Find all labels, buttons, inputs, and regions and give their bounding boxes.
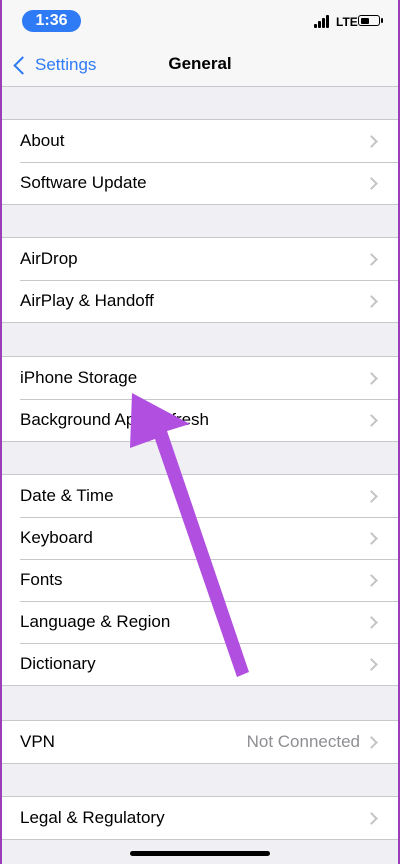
annotation-arrow-icon: [130, 393, 249, 677]
annotation-arrow-shape: [130, 393, 249, 677]
